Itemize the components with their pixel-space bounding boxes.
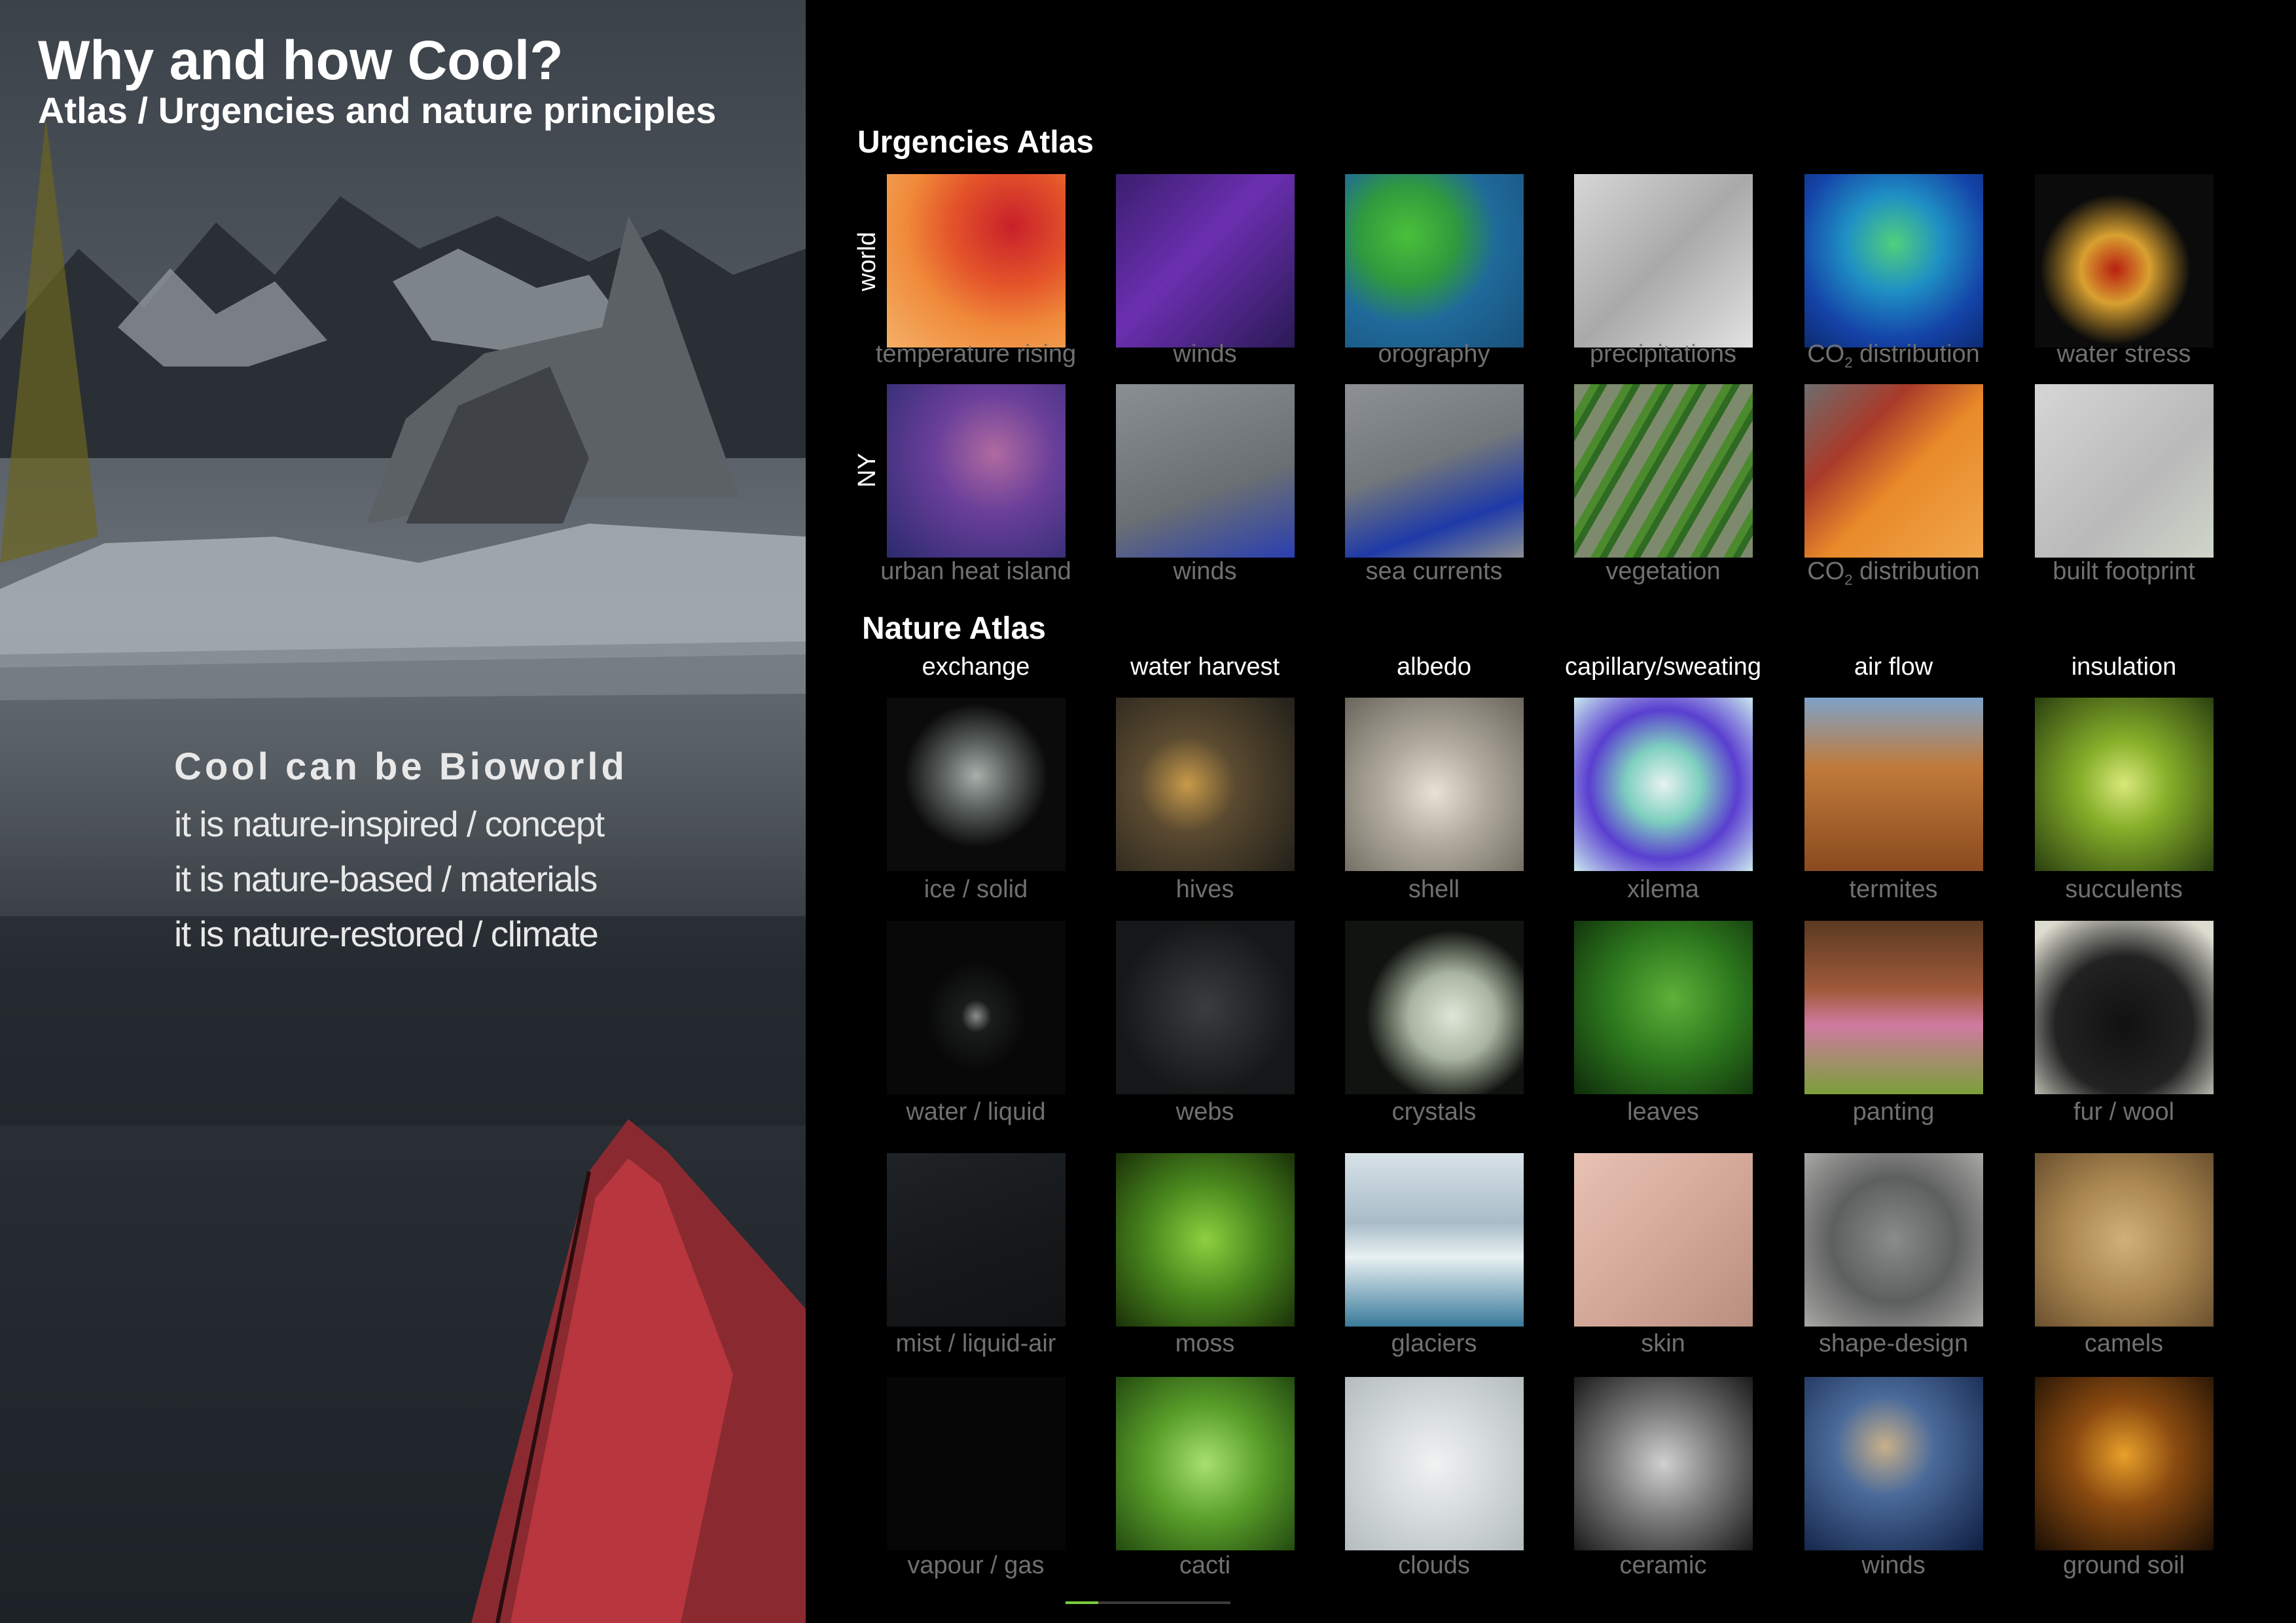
photo-fur-wool[interactable] — [2035, 921, 2214, 1094]
caption: winds — [1173, 558, 1237, 585]
photo-crystals[interactable] — [1345, 921, 1524, 1094]
photo-leaves[interactable] — [1574, 921, 1753, 1094]
caption: shape-design — [1818, 1330, 1969, 1357]
map-temperature-rising[interactable] — [887, 174, 1066, 348]
caption: clouds — [1398, 1552, 1470, 1579]
photo-vapour-gas[interactable] — [887, 1377, 1066, 1550]
caption: succulents — [2065, 876, 2183, 903]
map-co2-ny[interactable] — [1804, 384, 1983, 558]
row-label-world: world — [853, 232, 881, 291]
map-urban-heat-island[interactable] — [887, 384, 1066, 558]
photo-ground-soil[interactable] — [2035, 1377, 2214, 1550]
photo-hives[interactable] — [1116, 698, 1295, 871]
row-label-ny: NY — [853, 453, 881, 488]
slogan-heading: Cool can be Bioworld — [174, 745, 628, 788]
map-precipitations[interactable] — [1574, 174, 1753, 348]
caption: urban heat island — [880, 558, 1071, 585]
photo-elephant[interactable] — [1804, 1153, 1983, 1327]
column-header-air-flow: air flow — [1854, 653, 1933, 681]
nature-atlas-title: Nature Atlas — [862, 611, 1046, 646]
slogan-line: it is nature-inspired / concept — [174, 804, 605, 844]
caption: shell — [1408, 876, 1460, 903]
caption: webs — [1175, 1098, 1234, 1126]
caption: panting — [1852, 1098, 1935, 1126]
map-water-stress[interactable] — [2035, 174, 2214, 348]
caption: mist / liquid-air — [895, 1330, 1056, 1357]
caption: termites — [1849, 876, 1938, 903]
map-built-footprint[interactable] — [2035, 384, 2214, 558]
caption: sea currents — [1365, 558, 1503, 585]
map-vegetation[interactable] — [1574, 384, 1753, 558]
caption: glaciers — [1391, 1330, 1477, 1357]
caption: vegetation — [1605, 558, 1721, 585]
photo-ceramic[interactable] — [1574, 1377, 1753, 1550]
caption: winds — [1861, 1552, 1926, 1579]
page-subtitle: Atlas / Urgencies and nature principles — [38, 90, 717, 131]
photo-glaciers[interactable] — [1345, 1153, 1524, 1327]
urgencies-atlas-title: Urgencies Atlas — [857, 125, 1094, 160]
slogan-line: it is nature-restored / climate — [174, 914, 599, 954]
map-co2-world[interactable] — [1804, 174, 1983, 348]
photo-termites[interactable] — [1804, 698, 1983, 871]
page-progress-fill — [1066, 1601, 1099, 1604]
column-header-exchange: exchange — [922, 653, 1030, 681]
caption: camels — [2084, 1330, 2164, 1357]
caption: leaves — [1627, 1098, 1699, 1126]
photo-clouds[interactable] — [1345, 1377, 1524, 1550]
caption: fur / wool — [2073, 1098, 2175, 1126]
photo-ice-solid[interactable] — [887, 698, 1066, 871]
photo-succulents[interactable] — [2035, 698, 2214, 871]
caption: moss — [1175, 1330, 1235, 1357]
photo-cacti[interactable] — [1116, 1377, 1295, 1550]
slogan-block: Cool can be Bioworld it is nature-inspir… — [174, 745, 628, 968]
caption: crystals — [1391, 1098, 1477, 1126]
slogan-line: it is nature-based / materials — [174, 859, 598, 899]
photo-water-liquid[interactable] — [887, 921, 1066, 1094]
caption: built footprint — [2053, 558, 2195, 585]
caption: vapour / gas — [907, 1552, 1045, 1579]
map-orography[interactable] — [1345, 174, 1524, 348]
caption-co2: CO2 distribution — [1807, 558, 1980, 588]
caption: ceramic — [1619, 1552, 1707, 1579]
caption: precipitations — [1590, 340, 1736, 368]
page-title: Why and how Cool? — [38, 29, 564, 91]
caption: water / liquid — [906, 1098, 1046, 1126]
photo-xilema[interactable] — [1574, 698, 1753, 871]
photo-moss[interactable] — [1116, 1153, 1295, 1327]
photo-panting[interactable] — [1804, 921, 1983, 1094]
map-winds-ny[interactable] — [1116, 384, 1295, 558]
caption: water stress — [2056, 340, 2191, 368]
photo-webs[interactable] — [1116, 921, 1295, 1094]
column-header-insulation: insulation — [2071, 653, 2177, 681]
photo-winds-earth[interactable] — [1804, 1377, 1983, 1550]
photo-camels[interactable] — [2035, 1153, 2214, 1327]
caption: xilema — [1627, 876, 1699, 903]
page-progress-bar — [1066, 1601, 1230, 1604]
column-header-water-harvest: water harvest — [1130, 653, 1280, 681]
caption: orography — [1378, 340, 1490, 368]
photo-shell[interactable] — [1345, 698, 1524, 871]
caption-co2: CO2 distribution — [1807, 340, 1980, 371]
column-header-capillary: capillary/sweating — [1565, 653, 1761, 681]
map-sea-currents[interactable] — [1345, 384, 1524, 558]
caption: cacti — [1179, 1552, 1231, 1579]
map-winds-world[interactable] — [1116, 174, 1295, 348]
caption: ground soil — [2063, 1552, 2185, 1579]
photo-skin[interactable] — [1574, 1153, 1753, 1327]
column-header-albedo: albedo — [1396, 653, 1472, 681]
caption: winds — [1173, 340, 1237, 368]
caption: hives — [1175, 876, 1234, 903]
caption: skin — [1641, 1330, 1685, 1357]
photo-mist[interactable] — [887, 1153, 1066, 1327]
cover-photo-panel: Why and how Cool? Atlas / Urgencies and … — [0, 0, 806, 1623]
caption: ice / solid — [924, 876, 1028, 903]
caption: temperature rising — [875, 340, 1077, 368]
